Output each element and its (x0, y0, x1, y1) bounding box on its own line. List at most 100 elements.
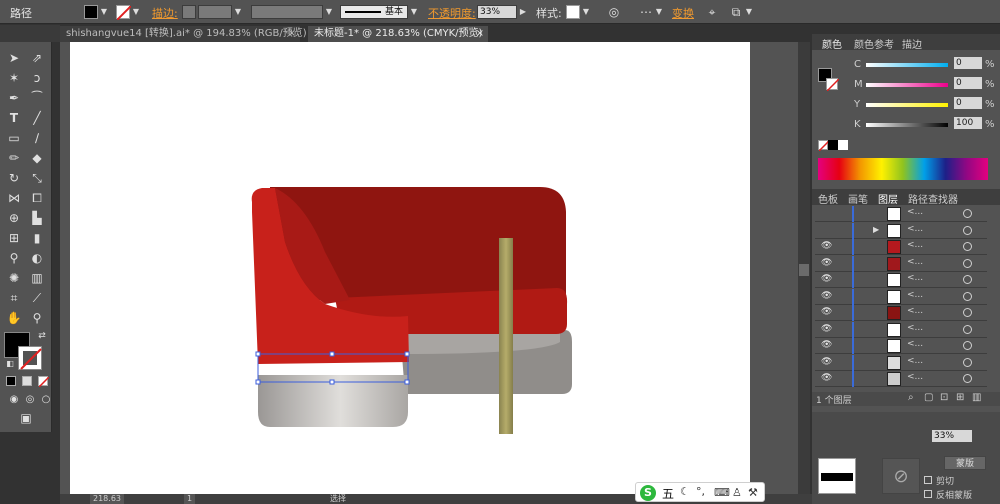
layer-row[interactable]: 👁 <... (815, 272, 987, 288)
floor-lamp-pole[interactable] (499, 238, 513, 434)
artboard[interactable] (70, 42, 750, 494)
visibility-eye-icon[interactable]: 👁 (821, 258, 832, 267)
transparency-opacity-field[interactable]: 33% (932, 430, 972, 442)
target-circle-icon[interactable] (963, 258, 972, 268)
keyboard-icon[interactable]: ⌨ (714, 486, 730, 499)
blend-tool-icon[interactable]: ◐ (29, 250, 45, 266)
visibility-eye-icon[interactable]: 👁 (821, 357, 832, 366)
type-tool-icon[interactable]: T (6, 110, 22, 126)
ime-logo-icon[interactable]: S (640, 485, 656, 501)
channel-m-slider[interactable] (866, 83, 948, 87)
stroke-swatch[interactable] (116, 5, 132, 21)
shape-builder-tool-icon[interactable]: ⊕ (6, 210, 22, 226)
tab-stroke[interactable]: 描边 (902, 36, 922, 51)
chevron-down-icon[interactable]: ▼ (409, 5, 419, 19)
visibility-eye-icon[interactable] (821, 209, 831, 217)
target-circle-icon[interactable] (963, 225, 972, 235)
paintbrush-tool-icon[interactable]: ∕ (29, 130, 45, 146)
visibility-eye-icon[interactable]: 👁 (821, 374, 832, 383)
screen-mode-icon[interactable]: ▣ (18, 410, 34, 426)
zoom-tool-icon[interactable]: ⚲ (29, 310, 45, 326)
layer-row[interactable]: 👁 <... (815, 321, 987, 338)
make-mask-button[interactable]: 蒙版 (944, 456, 986, 470)
target-circle-icon[interactable] (963, 308, 972, 317)
chevron-down-icon[interactable]: ▼ (99, 5, 109, 19)
tab-color[interactable]: 颜色 (822, 36, 842, 51)
chevron-down-icon[interactable]: ▼ (324, 5, 334, 19)
slice-tool-icon[interactable]: ⟋ (29, 290, 45, 306)
eyedropper-tool-icon[interactable]: ⚲ (6, 250, 22, 266)
close-icon[interactable]: × (288, 26, 296, 42)
rectangle-tool-icon[interactable]: ▭ (6, 130, 22, 146)
layer-row[interactable]: 👁 <... (815, 338, 987, 354)
sofa-right-base-shape[interactable] (400, 330, 572, 394)
variable-width-dropdown[interactable] (251, 5, 323, 19)
tab-layers[interactable]: 图层 (878, 191, 898, 206)
arrange-icon[interactable]: ⧉ (728, 4, 744, 20)
visibility-eye-icon[interactable]: 👁 (821, 308, 832, 317)
punctuation-icon[interactable]: °, (696, 485, 705, 498)
visibility-eye-icon[interactable]: 👁 (821, 242, 832, 251)
black-swatch[interactable] (828, 140, 838, 150)
channel-y-input[interactable]: 0 (954, 97, 982, 109)
sofa-illustration[interactable] (70, 42, 750, 494)
target-circle-icon[interactable] (963, 374, 972, 383)
layer-row[interactable]: <... (815, 206, 987, 222)
stroke-color-box[interactable] (826, 78, 840, 92)
clip-checkbox[interactable] (924, 476, 932, 484)
stroke-color-box[interactable] (18, 346, 42, 370)
channel-c-slider[interactable] (866, 63, 948, 67)
target-circle-icon[interactable] (963, 341, 972, 350)
visibility-eye-icon[interactable]: 👁 (821, 324, 832, 333)
close-icon[interactable]: × (476, 26, 484, 42)
tab-color-guide[interactable]: 颜色参考 (854, 36, 894, 51)
hand-tool-icon[interactable]: ✋ (6, 310, 22, 326)
brush-definition-dropdown[interactable]: 基本 (340, 5, 408, 19)
visibility-eye-icon[interactable]: 👁 (821, 275, 832, 284)
draw-inside-icon[interactable]: ○ (38, 392, 54, 408)
artboard-tool-icon[interactable]: ⌗ (6, 290, 22, 306)
symbol-sprayer-tool-icon[interactable]: ✺ (6, 270, 22, 286)
opacity-field[interactable]: 33% (477, 5, 517, 19)
moon-icon[interactable]: ☾ (680, 485, 690, 498)
zoom-field[interactable]: 218.63 (90, 494, 124, 504)
scale-tool-icon[interactable]: ⤡ (29, 170, 45, 186)
transform-label[interactable]: 变换 (672, 5, 694, 21)
stroke-weight-stepper[interactable] (182, 5, 196, 19)
target-circle-icon[interactable] (963, 242, 972, 251)
lasso-tool-icon[interactable]: ↄ (29, 70, 45, 86)
gradient-mode-icon[interactable] (22, 376, 32, 386)
gradient-tool-icon[interactable]: ▮ (29, 230, 45, 246)
delete-layer-icon[interactable]: ▥ (972, 392, 981, 403)
channel-k-input[interactable]: 100 (954, 117, 982, 129)
channel-k-slider[interactable] (866, 123, 948, 127)
layer-row[interactable]: 👁 <... (815, 305, 987, 321)
layer-row[interactable]: ▶ <... (815, 222, 987, 239)
free-transform-tool-icon[interactable]: ⧠ (29, 190, 45, 206)
tab-brushes[interactable]: 画笔 (848, 191, 868, 206)
clipping-mask-icon[interactable]: ▢ (924, 392, 933, 403)
visibility-eye-icon[interactable]: 👁 (821, 341, 832, 350)
visibility-eye-icon[interactable]: 👁 (821, 291, 832, 300)
no-mask-icon[interactable]: ⊘ (882, 458, 920, 494)
color-mode-icon[interactable] (6, 376, 16, 386)
chevron-down-icon[interactable]: ▼ (654, 5, 664, 19)
tab-document-2[interactable]: 未标题-1* @ 218.63% (CMYK/预览) × (308, 26, 488, 42)
tab-swatches[interactable]: 色板 (818, 191, 838, 206)
perspective-grid-tool-icon[interactable]: ▙ (29, 210, 45, 226)
fill-swatch[interactable] (84, 5, 98, 19)
chevron-down-icon[interactable]: ▼ (744, 5, 754, 19)
layer-row[interactable]: 👁 <... (815, 288, 987, 305)
chevron-down-icon[interactable]: ▼ (233, 5, 243, 19)
channel-m-input[interactable]: 0 (954, 77, 982, 89)
color-spectrum[interactable] (818, 158, 988, 180)
vertical-scrollbar[interactable] (798, 42, 810, 494)
draw-behind-icon[interactable]: ◎ (22, 392, 38, 408)
channel-y-slider[interactable] (866, 103, 948, 107)
channel-c-input[interactable]: 0 (954, 57, 982, 69)
chevron-right-icon[interactable]: ▶ (518, 5, 528, 19)
align-icon[interactable]: ⋯ (638, 4, 654, 20)
pencil-tool-icon[interactable]: ✏ (6, 150, 22, 166)
tab-document-1[interactable]: shishangvue14 [转换].ai* @ 194.83% (RGB/预览… (60, 26, 307, 42)
stroke-label[interactable]: 描边: (152, 5, 178, 21)
